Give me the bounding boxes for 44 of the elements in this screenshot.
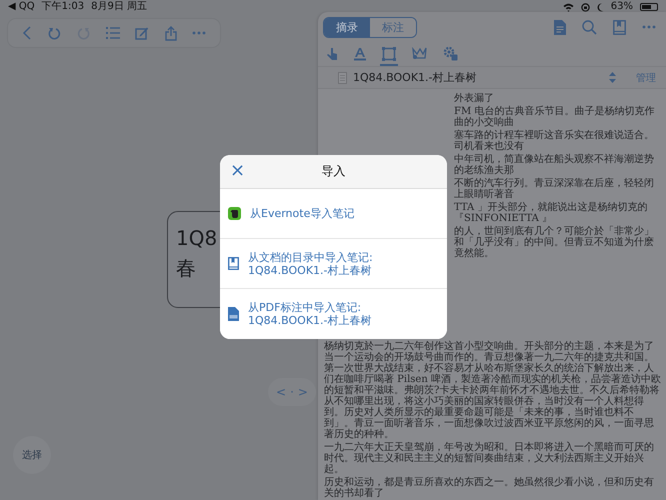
book-icon[interactable] — [613, 20, 626, 34]
elephant-app-icon — [228, 207, 241, 220]
edit-icon — [135, 26, 150, 40]
text-line: TTA 」开头部分，就能说出这是杨纳切克的『SINFONIETTA 』 — [454, 202, 648, 224]
more-icon — [192, 31, 206, 35]
search-icon[interactable] — [582, 20, 597, 34]
text-line: 外表漏了 — [454, 93, 495, 104]
page-dot: · — [290, 385, 294, 399]
moon-icon — [596, 2, 604, 12]
undo-icon — [47, 26, 62, 40]
status-time: 下午1:03 — [42, 1, 84, 13]
pdf-file-icon — [228, 307, 239, 321]
text-line: 中年司机，简直像站在船头观察不祥海潮逆势的老练渔夫那 — [454, 154, 655, 176]
rectangle-select-icon — [382, 46, 396, 60]
text-highlight-icon — [354, 46, 366, 60]
text-line: 塞车路的计程车裡听这音乐实在很难说适合。司机看来也没有 — [454, 130, 655, 152]
book-icon — [228, 257, 239, 270]
more-icon[interactable] — [642, 25, 656, 29]
text-line: 不断的汽车行列。青豆深深靠在后座，轻轻闭上眼睛听著音 — [454, 178, 655, 200]
sort-icon[interactable] — [609, 72, 616, 83]
chevron-left-icon — [22, 26, 32, 40]
hand-pointer-icon — [326, 46, 338, 60]
select-button[interactable]: 选择 — [13, 436, 51, 474]
gear-icon — [443, 46, 458, 61]
lock-rotation-icon — [580, 2, 590, 12]
share-icon — [164, 26, 177, 40]
close-button[interactable]: × — [228, 161, 248, 181]
document-icon[interactable] — [554, 20, 566, 34]
paragraph: 一九二六年大正天皇驾崩，年号改为昭和。日本即将进入一个黑暗而可厌的时代。现代主义和民主主义的短暂间奏曲结束，义大利法西斯主义开始兴起。 — [324, 442, 655, 475]
paragraph: 杨纳切克於一九二六年创作这首小型交响曲。开头部分的主题，本来是为了当一个运动会的开场鼓号曲而作的。青豆想像著一九二六年的捷克共和国。第一次世界大战结束，好不容易才从哈布斯堡家长久的统治下解放出来，人们在咖啡厅喝著 Pilsen 啤酒，製造著冷酷而现实的机关枪，品尝著造访中欧的短暂和平滋味。弗朗茨?卡夫卡於两年前怀才不遇地去世。不久后希特勒将从不知哪里出现，将这小巧美丽的国家转眼併吞，当时没有一个人料想得到。历史对人类所显示的最重要命题可能是「未来的事，当时谁也料不到」。青豆一面听著音乐，一面想像吹过波西米亚平原悠闲的风，一面寻思著历史的种种。 — [324, 341, 662, 440]
document-icon — [338, 72, 347, 84]
crown-icon — [412, 47, 427, 60]
text-line: FM 电台的古典音乐节目。曲子是杨纳切克作曲的小交响曲 — [454, 106, 656, 128]
status-date: 8月9日 周五 — [91, 1, 147, 13]
list-icon — [106, 27, 120, 39]
dialog-title: 导入 — [322, 163, 346, 180]
document-title[interactable]: 1Q84.BOOK1.-村上春树 — [353, 70, 476, 85]
battery-percent: 63% — [610, 1, 633, 13]
wifi-icon — [562, 2, 574, 12]
battery-icon — [640, 3, 658, 11]
back-to-app-link[interactable]: ◀ QQ — [8, 1, 35, 13]
tab[interactable]: 摘录 — [324, 18, 370, 36]
paragraph: 的人，世间到底有几个？可能介於「非常少」和「几乎没有」的中间。但青豆不知道为什麽竟然能。 — [454, 226, 655, 259]
paragraph: 历史和运动，都是青豆所喜欢的东西之一。她虽然很少看小说，但和历史有关的书却看了 — [324, 477, 655, 499]
